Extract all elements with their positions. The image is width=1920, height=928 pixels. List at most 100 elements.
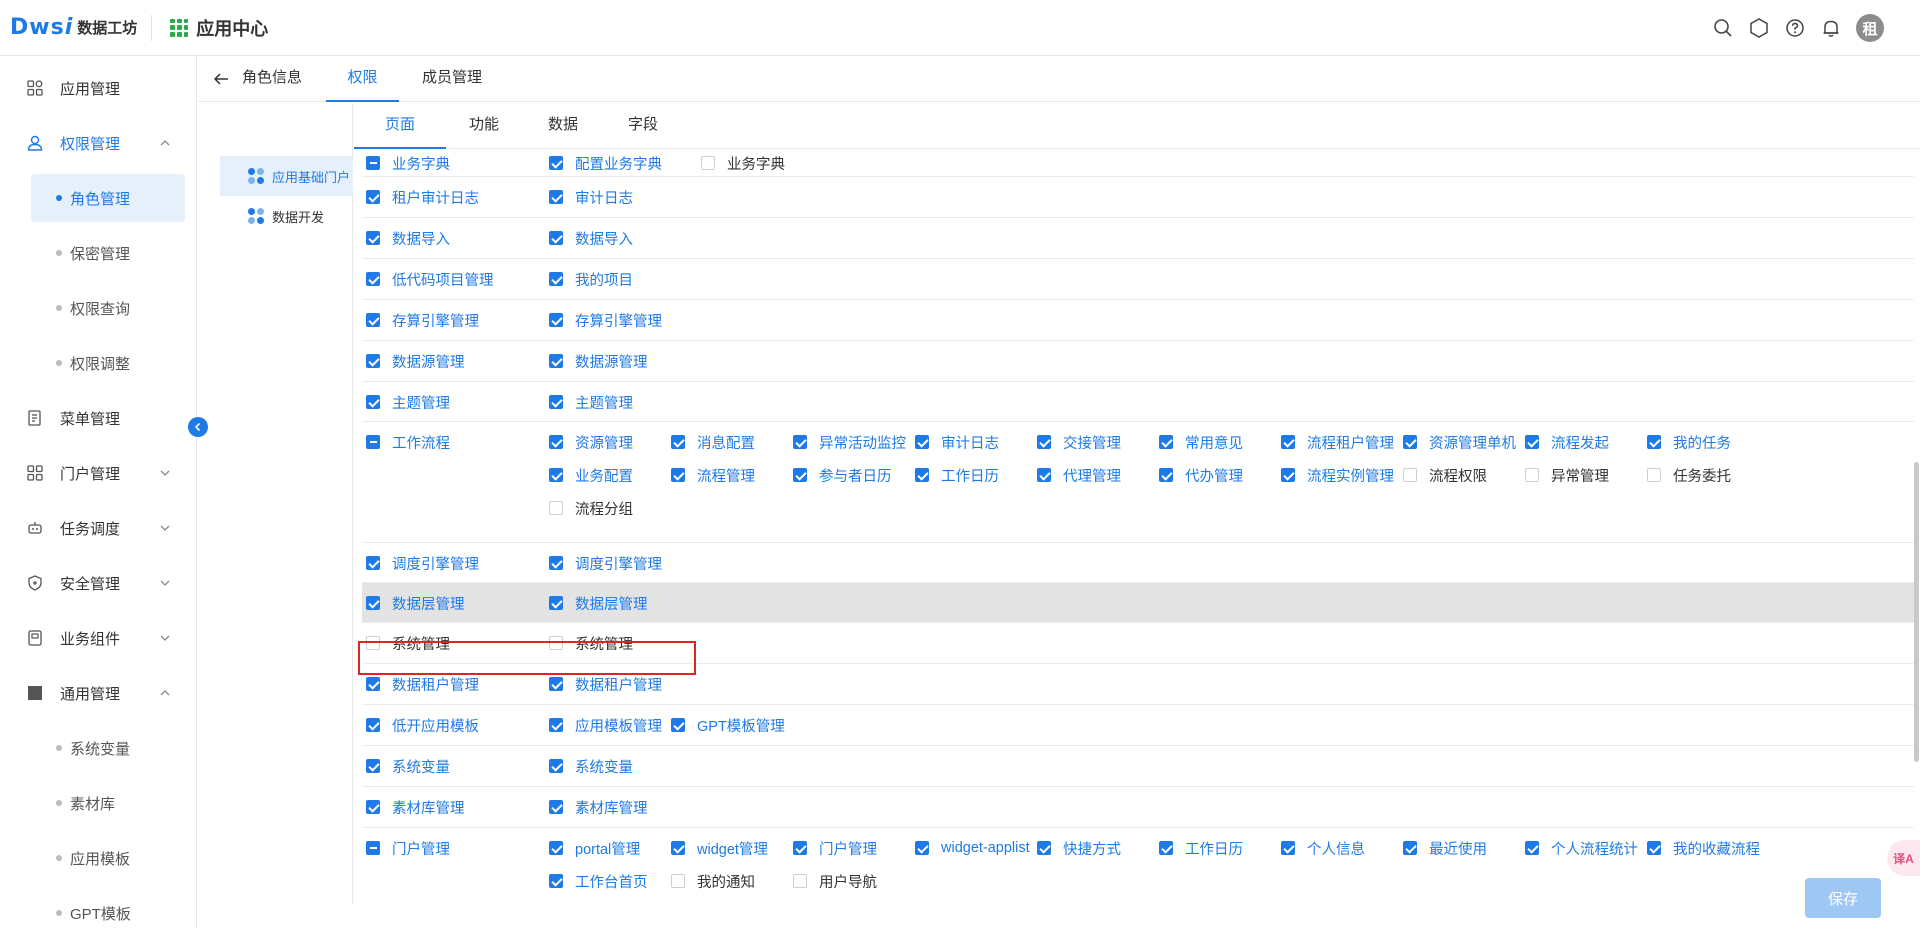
permission-checkbox[interactable]: 我的项目	[549, 269, 633, 289]
permission-checkbox[interactable]: 系统管理	[549, 633, 633, 653]
sidebar-item-general-management[interactable]: 通用管理	[0, 669, 197, 717]
avatar[interactable]: 租	[1856, 14, 1884, 42]
checkbox-checked-icon[interactable]	[366, 190, 380, 204]
checkbox-checked-icon[interactable]	[549, 759, 563, 773]
permission-checkbox[interactable]: 配置业务字典	[549, 153, 662, 173]
checkbox-checked-icon[interactable]	[793, 841, 807, 855]
permission-checkbox[interactable]: 数据层管理	[549, 593, 648, 613]
checkbox-checked-icon[interactable]	[366, 272, 380, 286]
sidebar-item-gpt-templates[interactable]: GPT模板	[31, 889, 185, 928]
permission-checkbox[interactable]: 门户管理	[793, 838, 877, 858]
checkbox-checked-icon[interactable]	[671, 435, 685, 449]
sidebar-item-system-variables[interactable]: 系统变量	[31, 724, 185, 772]
checkbox-empty-icon[interactable]	[793, 874, 807, 888]
checkbox-checked-icon[interactable]	[1037, 841, 1051, 855]
sidebar-item-business-components[interactable]: 业务组件	[0, 614, 197, 662]
subtab-data[interactable]: 数据	[548, 103, 578, 149]
permission-group-checkbox[interactable]: 工作流程	[366, 432, 450, 452]
back-arrow-icon[interactable]	[212, 70, 230, 88]
tab-permissions[interactable]: 权限	[326, 56, 399, 102]
permission-checkbox[interactable]: 审计日志	[915, 432, 999, 452]
logo[interactable]: Dwsi 数据工坊	[10, 15, 137, 40]
sidebar-item-task-scheduling[interactable]: 任务调度	[0, 504, 197, 552]
permission-group-checkbox[interactable]: 素材库管理	[366, 797, 465, 817]
permission-checkbox[interactable]: 用户导航	[793, 871, 877, 891]
permission-group-checkbox[interactable]: 低开应用模板	[366, 715, 479, 735]
permission-checkbox[interactable]: 流程发起	[1525, 432, 1609, 452]
sidebar-item-app-management[interactable]: 应用管理	[0, 64, 197, 112]
permission-checkbox[interactable]: 代办管理	[1159, 465, 1243, 485]
checkbox-checked-icon[interactable]	[1281, 841, 1295, 855]
checkbox-checked-icon[interactable]	[549, 874, 563, 888]
permission-checkbox[interactable]: 快捷方式	[1037, 838, 1121, 858]
checkbox-checked-icon[interactable]	[366, 556, 380, 570]
search-icon[interactable]	[1712, 17, 1734, 39]
checkbox-checked-icon[interactable]	[549, 272, 563, 286]
permission-checkbox[interactable]: 流程租户管理	[1281, 432, 1394, 452]
checkbox-checked-icon[interactable]	[793, 435, 807, 449]
tab-role-info[interactable]: 角色信息	[242, 56, 302, 102]
sidebar-item-app-templates[interactable]: 应用模板	[31, 834, 185, 882]
sidebar-item-material-library[interactable]: 素材库	[31, 779, 185, 827]
checkbox-checked-icon[interactable]	[366, 395, 380, 409]
permission-checkbox[interactable]: widget管理	[671, 838, 768, 858]
permission-group-checkbox[interactable]: 调度引擎管理	[366, 553, 479, 573]
permission-checkbox[interactable]: 交接管理	[1037, 432, 1121, 452]
help-icon[interactable]	[1784, 17, 1806, 39]
checkbox-checked-icon[interactable]	[1159, 841, 1173, 855]
permission-checkbox[interactable]: 素材库管理	[549, 797, 648, 817]
checkbox-checked-icon[interactable]	[1281, 435, 1295, 449]
subtab-fields[interactable]: 字段	[628, 103, 658, 149]
checkbox-checked-icon[interactable]	[1403, 435, 1417, 449]
checkbox-checked-icon[interactable]	[1037, 435, 1051, 449]
permission-checkbox[interactable]: 参与者日历	[793, 465, 892, 485]
checkbox-checked-icon[interactable]	[366, 354, 380, 368]
permission-group-checkbox[interactable]: 主题管理	[366, 392, 450, 412]
permission-checkbox[interactable]: 应用模板管理	[549, 715, 662, 735]
checkbox-checked-icon[interactable]	[1647, 435, 1661, 449]
checkbox-checked-icon[interactable]	[366, 231, 380, 245]
permission-checkbox[interactable]: 业务字典	[701, 153, 785, 173]
permission-checkbox[interactable]: 工作台首页	[549, 871, 648, 891]
checkbox-empty-icon[interactable]	[366, 636, 380, 650]
module-item-app-base-portal[interactable]: 应用基础门户	[220, 156, 353, 196]
tab-member-management[interactable]: 成员管理	[422, 56, 482, 102]
checkbox-checked-icon[interactable]	[915, 435, 929, 449]
permission-checkbox[interactable]: portal管理	[549, 838, 640, 858]
checkbox-checked-icon[interactable]	[549, 313, 563, 327]
module-item-data-development[interactable]: 数据开发	[220, 196, 353, 236]
checkbox-checked-icon[interactable]	[549, 468, 563, 482]
permission-checkbox[interactable]: 数据租户管理	[549, 674, 662, 694]
checkbox-checked-icon[interactable]	[549, 800, 563, 814]
permission-checkbox[interactable]: widget-applist	[915, 838, 1030, 858]
sidebar-item-permission-management[interactable]: 权限管理	[0, 119, 197, 167]
checkbox-checked-icon[interactable]	[549, 435, 563, 449]
permission-checkbox[interactable]: 个人流程统计	[1525, 838, 1638, 858]
permission-checkbox[interactable]: 资源管理	[549, 432, 633, 452]
checkbox-checked-icon[interactable]	[549, 395, 563, 409]
permission-checkbox[interactable]: 审计日志	[549, 187, 633, 207]
permission-group-checkbox[interactable]: 数据导入	[366, 228, 450, 248]
bell-icon[interactable]	[1820, 17, 1842, 39]
checkbox-checked-icon[interactable]	[549, 677, 563, 691]
checkbox-checked-icon[interactable]	[1037, 468, 1051, 482]
permission-checkbox[interactable]: 常用意见	[1159, 432, 1243, 452]
permission-checkbox[interactable]: 存算引擎管理	[549, 310, 662, 330]
checkbox-empty-icon[interactable]	[549, 636, 563, 650]
permission-checkbox[interactable]: 流程管理	[671, 465, 755, 485]
checkbox-checked-icon[interactable]	[793, 468, 807, 482]
sidebar-item-role-management[interactable]: 角色管理	[31, 174, 185, 222]
permission-checkbox[interactable]: 异常活动监控	[793, 432, 906, 452]
sidebar-item-secrecy-management[interactable]: 保密管理	[31, 229, 185, 277]
checkbox-checked-icon[interactable]	[366, 677, 380, 691]
permission-checkbox[interactable]: 主题管理	[549, 392, 633, 412]
permission-checkbox[interactable]: 工作日历	[915, 465, 999, 485]
sidebar-collapse-button[interactable]	[188, 417, 208, 437]
permission-group-checkbox[interactable]: 数据源管理	[366, 351, 465, 371]
checkbox-indeterminate-icon[interactable]	[366, 156, 380, 170]
checkbox-empty-icon[interactable]	[671, 874, 685, 888]
checkbox-checked-icon[interactable]	[549, 190, 563, 204]
checkbox-checked-icon[interactable]	[366, 718, 380, 732]
permission-group-checkbox[interactable]: 数据租户管理	[366, 674, 479, 694]
permission-group-checkbox[interactable]: 存算引擎管理	[366, 310, 479, 330]
